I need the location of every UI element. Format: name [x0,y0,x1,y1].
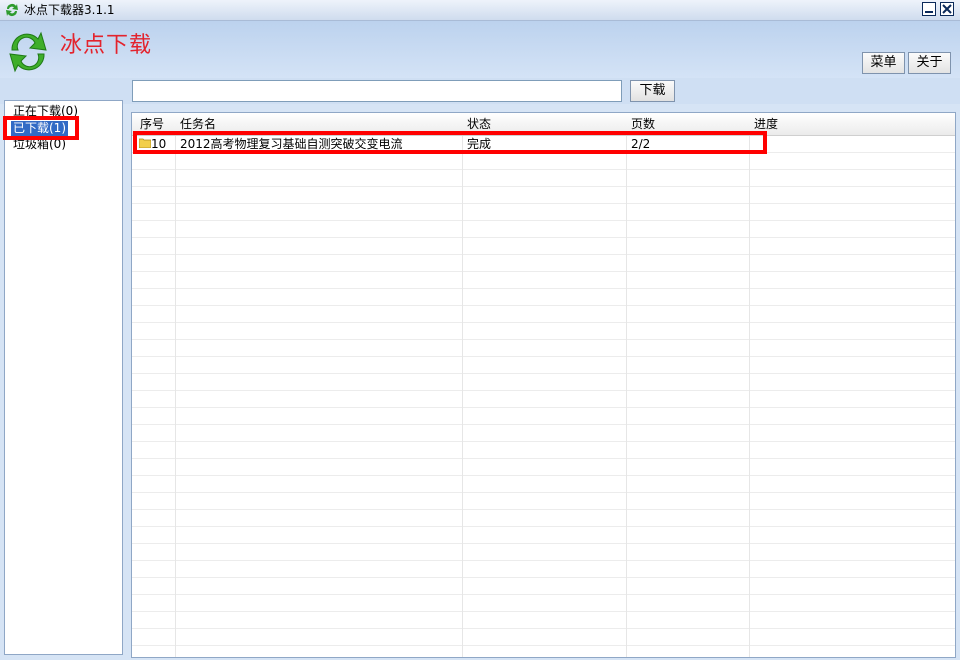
title-bar: 冰点下载器3.1.1 [0,0,960,21]
grid-row-line [132,458,955,459]
grid-row-line [132,288,955,289]
grid-row-line [132,339,955,340]
highlight-box-sidebar [3,116,79,140]
grid-lines [132,135,955,657]
grid-row-line [132,645,955,646]
window-title: 冰点下载器3.1.1 [24,3,115,17]
grid-row-line [132,594,955,595]
toolbar: 下载 [0,78,960,104]
grid-row-line [132,628,955,629]
column-header-seq[interactable]: 序号 [140,117,164,131]
close-button[interactable] [940,2,954,16]
grid-row-line [132,509,955,510]
highlight-box-row [133,131,767,154]
grid-row-line [132,237,955,238]
minimize-button[interactable] [922,2,936,16]
grid-row-line [132,373,955,374]
grid-row-line [132,186,955,187]
about-button[interactable]: 关于 [908,52,951,74]
grid-column-line [462,135,463,657]
refresh-arrows-icon [6,4,18,17]
column-header-progress[interactable]: 进度 [754,117,778,131]
grid-row-line [132,220,955,221]
grid-row-line [132,203,955,204]
grid-row-line [132,407,955,408]
green-refresh-arrows-icon [9,31,47,73]
grid-row-line [132,475,955,476]
close-icon [942,4,952,14]
grid-row-line [132,424,955,425]
download-button[interactable]: 下载 [630,80,675,102]
column-header-pages[interactable]: 页数 [631,117,655,131]
brand-title: 冰点下载 [60,33,153,58]
grid-row-line [132,356,955,357]
grid-row-line [132,169,955,170]
grid-row-line [132,543,955,544]
grid-row-line [132,254,955,255]
grid-row-line [132,390,955,391]
grid-row-line [132,526,955,527]
grid-row-line [132,492,955,493]
grid-row-line [132,322,955,323]
grid-column-line [175,135,176,657]
grid-row-line [132,577,955,578]
grid-column-line [749,135,750,657]
column-header-status[interactable]: 状态 [467,117,491,131]
grid-row-line [132,271,955,272]
grid-row-line [132,441,955,442]
grid-row-line [132,560,955,561]
menu-button[interactable]: 菜单 [862,52,905,74]
task-list: 序号 任务名 状态 页数 进度 10 2012高考物理复习基础自测突破交变电流 … [131,112,956,658]
column-header-name[interactable]: 任务名 [180,117,216,131]
grid-row-line [132,305,955,306]
grid-column-line [626,135,627,657]
category-sidebar: 正在下载(0) 已下载(1) 垃圾箱(0) [4,100,123,655]
app-header: 冰点下载 菜单 关于 [0,21,960,78]
grid-row-line [132,611,955,612]
url-input[interactable] [132,80,622,102]
